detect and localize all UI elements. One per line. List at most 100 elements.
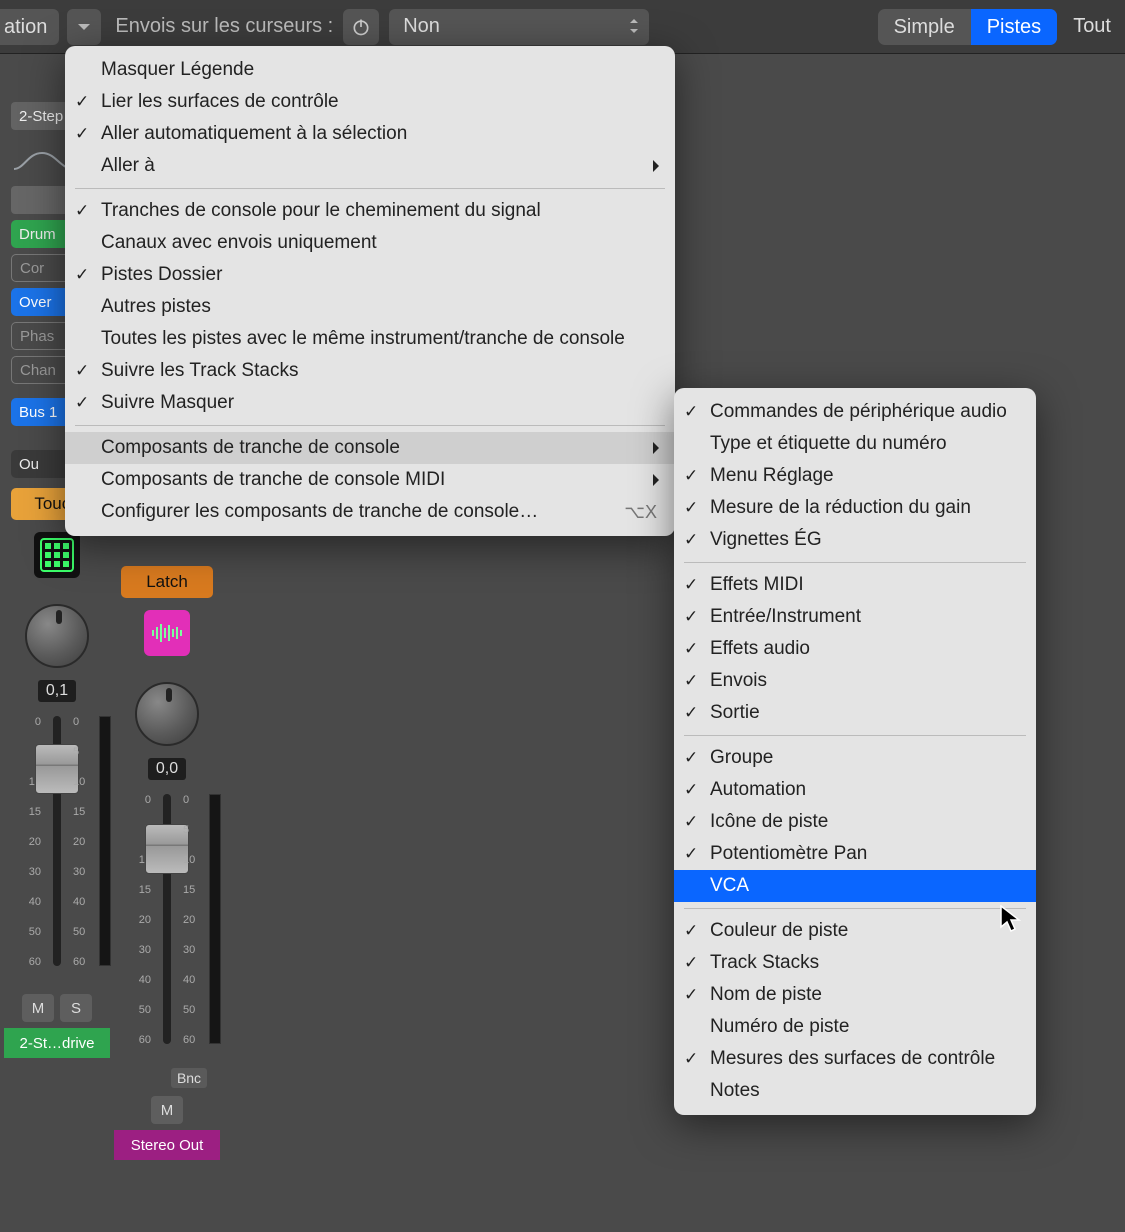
menu-item[interactable]: ✓Lier les surfaces de contrôle — [65, 86, 675, 118]
menu-item-label: Sortie — [710, 702, 760, 724]
volume-fader[interactable] — [53, 716, 61, 966]
menu-item[interactable]: ✓Pistes Dossier — [65, 259, 675, 291]
fader-area: 0510152030405060 0510152030405060 — [119, 794, 215, 1064]
view-tab-simple[interactable]: Simple — [878, 9, 971, 45]
edit-menu-button[interactable]: ation — [0, 9, 59, 45]
sends-on-faders-select[interactable]: Non — [389, 9, 649, 45]
track-name-label[interactable]: Stereo Out — [114, 1130, 220, 1160]
menu-item-label: Autres pistes — [101, 296, 211, 318]
check-icon: ✓ — [684, 498, 698, 518]
menu-item-label: Nom de piste — [710, 984, 822, 1006]
sends-on-faders-value: Non — [403, 15, 440, 38]
menu-separator — [684, 562, 1026, 563]
menu-item[interactable]: ✓ Track Stacks — [674, 947, 1036, 979]
sends-on-faders-power-button[interactable] — [343, 9, 379, 45]
submenu-arrow-icon — [651, 440, 661, 462]
view-tab-pistes[interactable]: Pistes — [971, 9, 1057, 45]
menu-item[interactable]: ✓Icône de piste — [674, 806, 1036, 838]
pan-knob[interactable] — [131, 678, 203, 750]
menu-item[interactable]: ✓Suivre Masquer — [65, 387, 675, 419]
menu-item[interactable]: ✓Automation — [674, 774, 1036, 806]
check-icon: ✓ — [684, 985, 698, 1005]
channel-strip-components-submenu: ✓Commandes de périphérique audioType et … — [674, 388, 1036, 1115]
menu-item[interactable]: ✓Mesures des surfaces de contrôle — [674, 1043, 1036, 1075]
volume-fader[interactable] — [163, 794, 171, 1044]
view-tab-tout[interactable]: Tout — [1069, 15, 1115, 38]
menu-item[interactable]: Masquer Légende — [65, 54, 675, 86]
check-icon: ✓ — [684, 953, 698, 973]
menu-item[interactable]: ✓Entrée/Instrument — [674, 601, 1036, 633]
pan-value[interactable]: 0,1 — [38, 680, 76, 702]
caret-up-down-icon — [629, 16, 639, 42]
menu-item-label: Suivre Masquer — [101, 392, 234, 414]
menu-item[interactable]: ✓Potentiomètre Pan — [674, 838, 1036, 870]
menu-item[interactable]: ✓ Nom de piste — [674, 979, 1036, 1011]
track-icon[interactable] — [144, 610, 190, 656]
menu-item[interactable]: ✓Suivre les Track Stacks — [65, 355, 675, 387]
menu-item-label: Menu Réglage — [710, 465, 834, 487]
scale-tick: 0 — [73, 716, 103, 728]
scale-tick: 5 — [73, 746, 103, 758]
menu-item[interactable]: ✓ Vignettes ÉG — [674, 524, 1036, 556]
menu-item[interactable]: ✓Groupe — [674, 742, 1036, 774]
track-icon[interactable] — [34, 532, 80, 578]
check-icon: ✓ — [75, 361, 89, 381]
waveform-icon — [150, 623, 184, 643]
pan-value[interactable]: 0,0 — [148, 758, 186, 780]
bounce-button[interactable]: Bnc — [171, 1068, 207, 1088]
check-icon: ✓ — [684, 575, 698, 595]
check-icon: ✓ — [684, 671, 698, 691]
mouse-cursor-icon — [1000, 905, 1022, 938]
menu-item-label: Couleur de piste — [710, 920, 848, 942]
menu-item[interactable]: Composants de tranche de console MIDI — [65, 464, 675, 496]
menu-item-label: Configurer les composants de tranche de … — [101, 501, 538, 523]
menu-item[interactable]: Composants de tranche de console — [65, 432, 675, 464]
menu-item[interactable]: ✓Couleur de piste — [674, 915, 1036, 947]
menu-item[interactable]: ✓Effets MIDI — [674, 569, 1036, 601]
scale-tick: 15 — [121, 884, 151, 896]
menu-item[interactable]: ✓Mesure de la réduction du gain — [674, 492, 1036, 524]
view-context-menu: Masquer Légende✓Lier les surfaces de con… — [65, 46, 675, 536]
menu-item[interactable]: VCA — [674, 870, 1036, 902]
menu-item-label: Composants de tranche de console — [101, 437, 400, 459]
menu-item[interactable]: Configurer les composants de tranche de … — [65, 496, 675, 528]
menu-item[interactable]: ✓Aller automatiquement à la sélection — [65, 118, 675, 150]
menu-item[interactable]: ✓Tranches de console pour le cheminement… — [65, 195, 675, 227]
fader-scale-right: 0510152030405060 — [73, 716, 103, 966]
scale-tick: 15 — [11, 806, 41, 818]
pan-knob[interactable] — [21, 600, 93, 672]
menu-separator — [684, 735, 1026, 736]
scale-tick: 40 — [73, 896, 103, 908]
menu-item[interactable]: ✓Commandes de périphérique audio — [674, 396, 1036, 428]
scale-tick: 60 — [11, 956, 41, 968]
mute-button[interactable]: M — [22, 994, 54, 1022]
menu-item[interactable]: Aller à — [65, 150, 675, 182]
menu-item[interactable]: ✓Effets audio — [674, 633, 1036, 665]
submenu-arrow-icon — [651, 472, 661, 494]
menu-item-label: Canaux avec envois uniquement — [101, 232, 377, 254]
mute-button[interactable]: M — [151, 1096, 183, 1124]
menu-separator — [75, 188, 665, 189]
menu-item[interactable]: Numéro de piste — [674, 1011, 1036, 1043]
menu-item[interactable]: Canaux avec envois uniquement — [65, 227, 675, 259]
solo-button[interactable]: S — [60, 994, 92, 1022]
menu-separator — [684, 908, 1026, 909]
chevron-down-icon — [77, 22, 91, 32]
automation-mode-button[interactable]: Latch — [121, 566, 213, 598]
scale-tick: 20 — [11, 836, 41, 848]
menu-item[interactable]: ✓Menu Réglage — [674, 460, 1036, 492]
menu-item[interactable]: Autres pistes — [65, 291, 675, 323]
menu-item[interactable]: Notes — [674, 1075, 1036, 1107]
menu-item[interactable]: Toutes les pistes avec le même instrumen… — [65, 323, 675, 355]
scale-tick: 50 — [183, 1004, 213, 1016]
check-icon: ✓ — [684, 530, 698, 550]
menu-item[interactable]: ✓Sortie — [674, 697, 1036, 729]
menu-item[interactable]: Type et étiquette du numéro — [674, 428, 1036, 460]
scale-tick: 40 — [121, 974, 151, 986]
scale-tick: 0 — [183, 794, 213, 806]
view-menu-dropdown[interactable] — [67, 9, 101, 45]
menu-item[interactable]: ✓Envois — [674, 665, 1036, 697]
menu-item-label: Track Stacks — [710, 952, 819, 974]
track-name-label[interactable]: 2-St…drive — [4, 1028, 110, 1058]
menu-item-label: Vignettes ÉG — [710, 529, 822, 551]
